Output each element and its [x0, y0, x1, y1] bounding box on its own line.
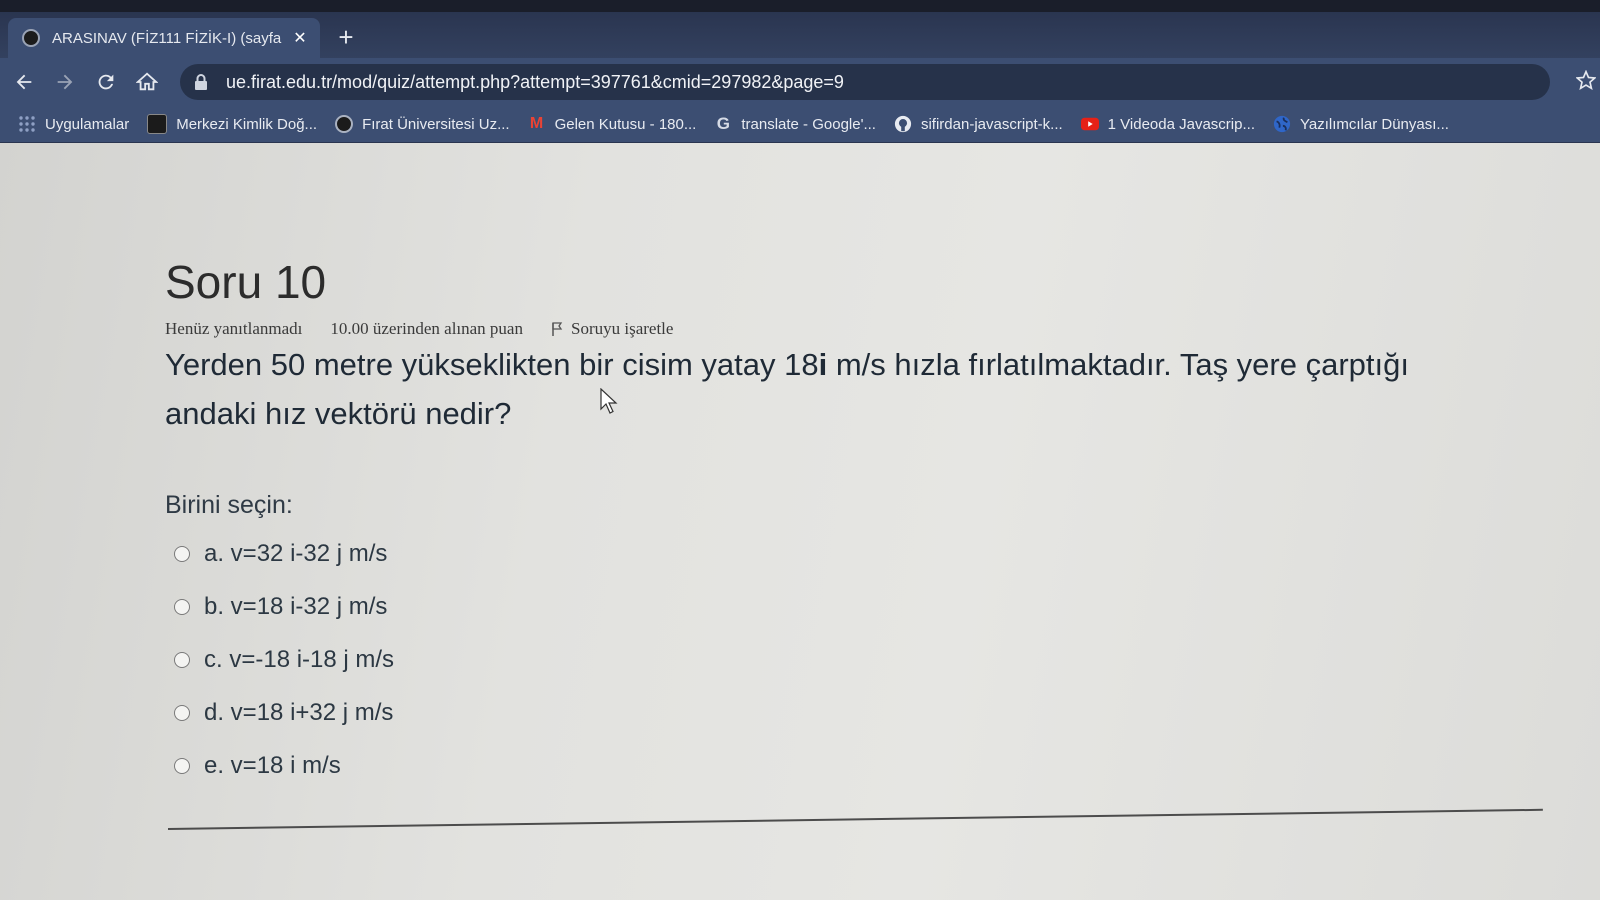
- tab-title: ARASINAV (FİZ111 FİZİK-I) (sayfa: [52, 29, 282, 47]
- answer-option-b[interactable]: b. v=18 i-32 j m/s: [174, 580, 394, 633]
- bookmark-github-javascript[interactable]: sifirdan-javascript-k...: [894, 115, 1063, 133]
- question-heading: Soru 10: [165, 256, 327, 308]
- globe-icon: [1273, 115, 1291, 133]
- radio-button[interactable]: [174, 757, 190, 774]
- section-divider: [167, 808, 1543, 830]
- answer-label: e. v=18 i m/s: [204, 751, 341, 779]
- id-card-icon: [147, 114, 168, 134]
- address-bar[interactable]: ue.firat.edu.tr/mod/quiz/attempt.php?att…: [180, 64, 1550, 100]
- bookmark-label: translate - Google'...: [741, 115, 876, 133]
- flag-question-button[interactable]: Soruyu işaretle: [551, 319, 701, 339]
- bookmark-firat-universitesi[interactable]: Fırat Üniversitesi Uz...: [335, 115, 510, 133]
- bookmark-translate-google[interactable]: G translate - Google'...: [714, 114, 876, 133]
- bookmark-merkezi-kimlik[interactable]: Merkezi Kimlik Doğ...: [147, 114, 317, 134]
- arrow-left-icon: [16, 74, 32, 90]
- back-button[interactable]: [8, 66, 40, 98]
- mouse-pointer-icon: [600, 387, 618, 419]
- home-icon: [136, 72, 158, 91]
- question-text-unit-vector: i: [818, 347, 828, 382]
- radio-button[interactable]: [174, 704, 190, 721]
- answer-option-e[interactable]: e. v=18 i m/s: [174, 739, 394, 792]
- bookmark-label: Yazılımcılar Dünyası...: [1299, 115, 1449, 133]
- question-text: Yerden 50 metre yükseklikten bir cisim y…: [165, 340, 1505, 438]
- answer-options: a. v=32 i-32 j m/s b. v=18 i-32 j m/s c.…: [174, 527, 394, 792]
- browser-tab[interactable]: ARASINAV (FİZ111 FİZİK-I) (sayfa ✕: [8, 18, 320, 58]
- question-text-part1: Yerden 50 metre yükseklikten bir cisim y…: [165, 347, 819, 382]
- answer-label: c. v=-18 i-18 j m/s: [204, 645, 395, 673]
- question-grade: 10.00 üzerinden alınan puan: [330, 319, 523, 338]
- url-text: ue.firat.edu.tr/mod/quiz/attempt.php?att…: [226, 71, 844, 92]
- reload-icon: [98, 74, 114, 90]
- reload-button[interactable]: [90, 66, 122, 98]
- flag-question-label: Soruyu işaretle: [570, 319, 674, 338]
- university-logo-icon: [335, 115, 354, 133]
- bookmark-gelen-kutusu[interactable]: M Gelen Kutusu - 180...: [528, 115, 697, 133]
- gmail-icon: M: [529, 115, 544, 132]
- bookmark-label: sifirdan-javascript-k...: [920, 115, 1063, 133]
- arrow-right-icon: [57, 74, 73, 90]
- question-status: Henüz yanıtlanmadı: [165, 319, 303, 338]
- radio-button[interactable]: [174, 598, 190, 615]
- google-icon: G: [716, 114, 730, 133]
- bookmark-youtube-javascript[interactable]: 1 Videoda Javascrip...: [1080, 115, 1255, 133]
- answer-label: d. v=18 i+32 j m/s: [204, 698, 394, 726]
- new-tab-button[interactable]: +: [330, 22, 362, 54]
- tab-close-icon[interactable]: ✕: [290, 28, 310, 48]
- youtube-icon: [1080, 115, 1099, 133]
- bookmark-label: Fırat Üniversitesi Uz...: [362, 115, 510, 133]
- answer-option-a[interactable]: a. v=32 i-32 j m/s: [174, 527, 394, 580]
- bookmark-label: Uygulamalar: [45, 115, 130, 133]
- answer-label: b. v=18 i-32 j m/s: [204, 592, 388, 620]
- tab-strip: ARASINAV (FİZ111 FİZİK-I) (sayfa ✕ +: [0, 0, 1600, 58]
- bookmark-label: 1 Videoda Javascrip...: [1107, 115, 1255, 133]
- lock-icon: [194, 74, 216, 90]
- site-favicon-icon: [22, 29, 40, 47]
- github-icon: [894, 115, 912, 133]
- answer-option-d[interactable]: d. v=18 i+32 j m/s: [174, 686, 394, 739]
- bookmark-star-icon[interactable]: [1575, 69, 1597, 95]
- quiz-page: Soru 10 Henüz yanıtlanmadı 10.00 üzerind…: [0, 143, 1600, 900]
- choose-one-prompt: Birini seçin:: [165, 491, 293, 519]
- apps-grid-icon: [18, 115, 36, 133]
- answer-option-c[interactable]: c. v=-18 i-18 j m/s: [174, 633, 394, 686]
- question-info: Henüz yanıtlanmadı 10.00 üzerinden alına…: [165, 319, 701, 339]
- radio-button[interactable]: [174, 545, 190, 562]
- flag-icon: [551, 322, 563, 336]
- bookmark-label: Merkezi Kimlik Doğ...: [176, 115, 318, 133]
- browser-toolbar: ue.firat.edu.tr/mod/quiz/attempt.php?att…: [0, 58, 1600, 106]
- radio-button[interactable]: [174, 651, 190, 668]
- forward-button[interactable]: [49, 66, 81, 98]
- answer-label: a. v=32 i-32 j m/s: [204, 539, 388, 567]
- bookmarks-bar: Uygulamalar Merkezi Kimlik Doğ... Fırat …: [0, 106, 1600, 143]
- bookmark-apps[interactable]: Uygulamalar: [18, 115, 129, 133]
- bookmark-label: Gelen Kutusu - 180...: [554, 115, 697, 133]
- home-button[interactable]: [131, 66, 163, 98]
- bookmark-yazilimcilar-dunyasi[interactable]: Yazılımcılar Dünyası...: [1273, 115, 1449, 133]
